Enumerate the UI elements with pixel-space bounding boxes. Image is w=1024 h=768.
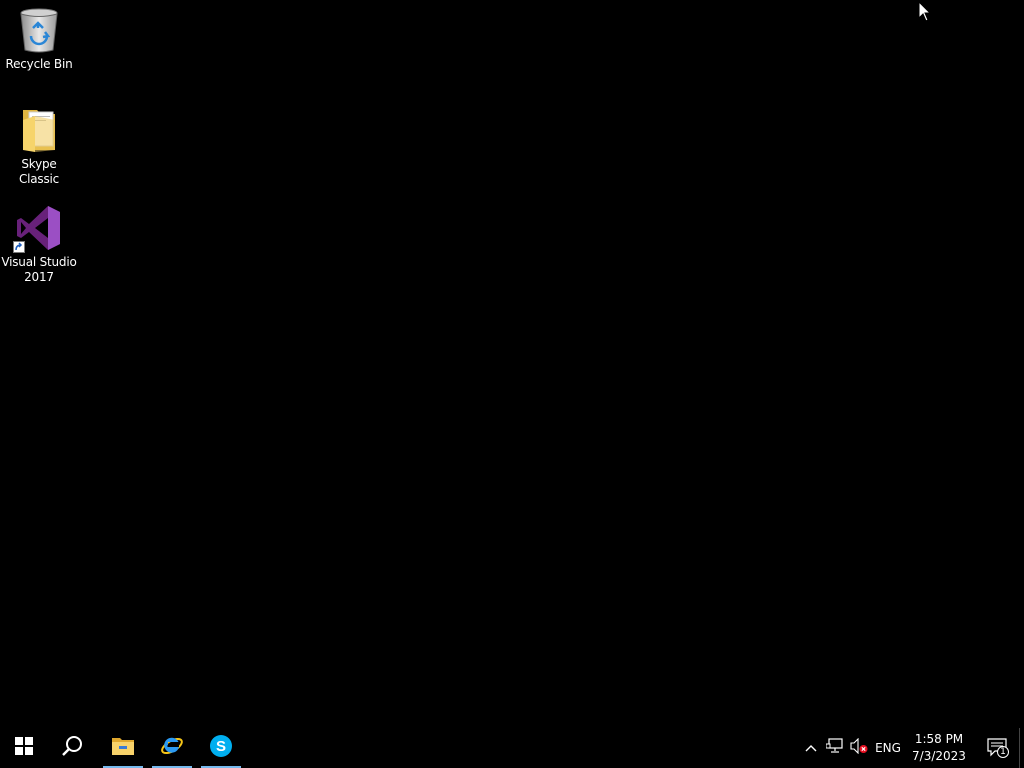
desktop-icon-label: Skype Classic [18,157,60,186]
action-center-button[interactable]: 1 [978,728,1018,768]
skype-icon: S [209,734,233,763]
speaker-muted-icon [850,737,868,759]
desktop-icon-visual-studio-2017[interactable]: Visual Studio 2017 [0,204,78,285]
clock-time: 1:58 PM [914,732,964,746]
desktop-icon-label: Visual Studio 2017 [1,255,77,284]
desktop-icon-skype-classic[interactable]: Skype Classic [0,106,78,187]
taskbar: S ENG 1:58 PM 7/3/2023 1 [0,728,1024,768]
network-icon [825,737,844,759]
taskbar-app-internet-explorer[interactable] [152,728,192,768]
taskbar-app-skype[interactable]: S [201,728,241,768]
recycle-bin-icon [15,6,63,54]
file-explorer-icon [111,736,135,761]
svg-text:S: S [216,738,226,755]
input-language-indicator[interactable]: ENG [872,728,904,768]
shortcut-arrow-icon [13,241,25,253]
desktop-icon-label: Recycle Bin [5,57,73,71]
show-hidden-icons-button[interactable] [802,728,820,768]
visual-studio-icon [13,204,63,253]
notification-count-badge: 1 [1000,747,1006,757]
mouse-pointer-icon [918,0,932,23]
clock[interactable]: 1:58 PM 7/3/2023 [908,730,970,766]
show-desktop-button[interactable] [1019,728,1024,768]
internet-explorer-icon [160,734,184,763]
chevron-up-icon [805,739,817,757]
clock-date: 7/3/2023 [912,749,966,763]
desktop[interactable]: Recycle Bin Skype Classic Visual Studio … [0,0,1024,728]
search-button[interactable] [48,728,96,768]
search-icon [61,735,83,762]
desktop-icon-recycle-bin[interactable]: Recycle Bin [0,6,78,72]
windows-logo-icon [15,736,33,760]
network-tray-button[interactable] [824,728,846,768]
folder-icon [15,106,63,154]
taskbar-app-file-explorer[interactable] [103,728,143,768]
volume-tray-button[interactable] [848,728,870,768]
start-button[interactable] [0,728,48,768]
notification-icon: 1 [987,738,1009,758]
